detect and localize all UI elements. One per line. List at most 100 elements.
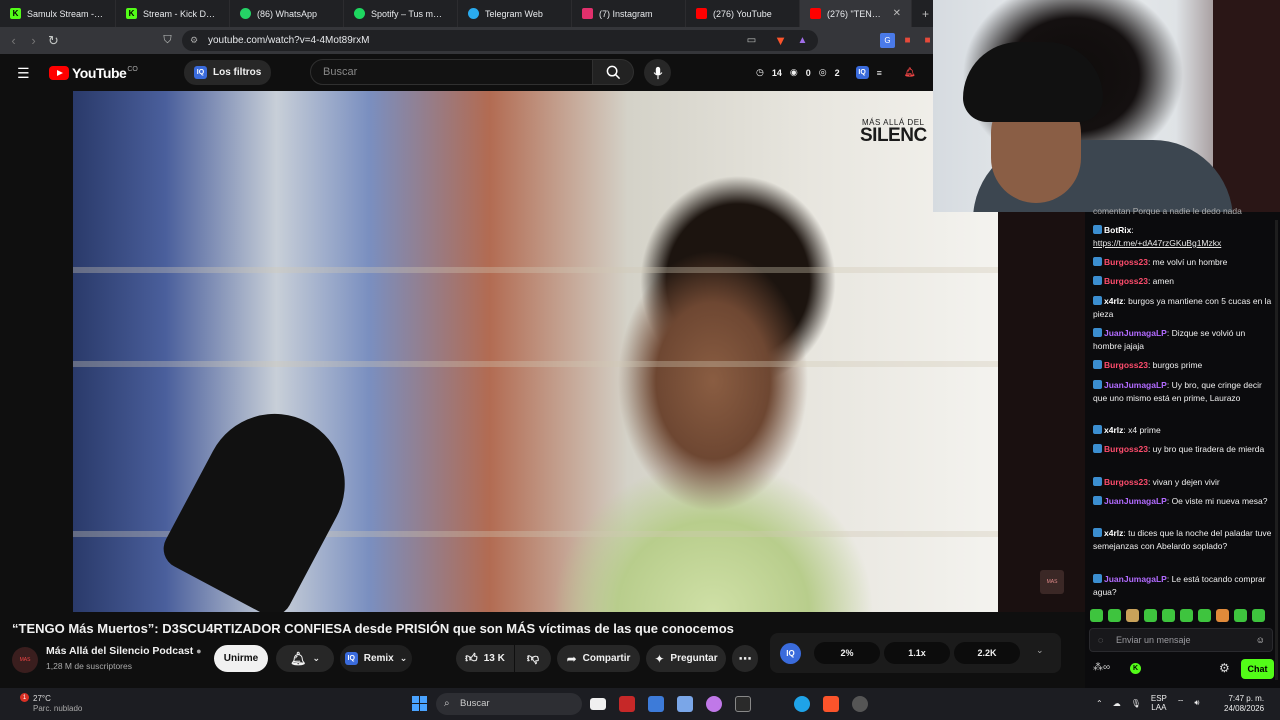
obs-icon[interactable] xyxy=(852,696,868,712)
share-button[interactable]: ➦ Compartir xyxy=(557,645,640,672)
emote-icon[interactable] xyxy=(1234,609,1247,622)
taskbar-clock[interactable]: 7:47 p. m. 24/08/2026 xyxy=(1224,694,1264,714)
new-tab-button[interactable]: + xyxy=(912,0,932,27)
chat-message: JuanJumagaLP: Oe viste mi nueva mesa? xyxy=(1093,495,1273,521)
browser-tab[interactable]: (276) YouTube xyxy=(686,0,800,27)
brave-icon[interactable] xyxy=(823,696,839,712)
chat-username[interactable]: x4rlz xyxy=(1104,528,1123,538)
chat-username[interactable]: Burgoss23 xyxy=(1104,360,1148,370)
chat-message-input[interactable]: ◌ Enviar un mensaje ☺ xyxy=(1089,628,1273,652)
volume-icon[interactable]: 🔊︎ xyxy=(1194,698,1199,708)
emote-icon[interactable] xyxy=(1126,609,1139,622)
emoji-icon[interactable]: ☺ xyxy=(1256,629,1265,651)
emote-icon[interactable] xyxy=(1162,609,1175,622)
chat-username[interactable]: x4rlz xyxy=(1104,425,1123,435)
share-label: Compartir xyxy=(582,653,631,664)
settings-gear-icon[interactable]: ⚙ xyxy=(1219,661,1230,675)
filters-button[interactable]: IQ Los filtros xyxy=(184,60,272,85)
cast-icon[interactable]: ▭ xyxy=(744,33,759,48)
cloud-icon[interactable]: ☁ xyxy=(1113,699,1121,708)
chat-username[interactable]: JuanJumagaLP xyxy=(1104,496,1167,506)
channel-avatar[interactable]: MAS xyxy=(12,647,38,673)
terminal-icon[interactable] xyxy=(735,696,751,712)
bell-icon[interactable]: 🔔︎ xyxy=(904,67,915,78)
tab-label: Telegram Web xyxy=(485,8,543,19)
weather-widget[interactable]: 1 27°C Parc. nublado xyxy=(14,693,82,714)
browser-tab[interactable]: (86) WhatsApp xyxy=(230,0,344,27)
chat-username[interactable]: Burgoss23 xyxy=(1104,477,1148,487)
reload-icon[interactable]: ↻ xyxy=(46,33,61,48)
chat-username[interactable]: BotRix xyxy=(1104,225,1131,235)
site-info-icon[interactable]: ⚙ xyxy=(190,30,198,51)
chat-username[interactable]: JuanJumagaLP xyxy=(1104,328,1167,338)
iq-icon[interactable]: IQ xyxy=(855,66,869,79)
emote-icon[interactable] xyxy=(1108,609,1121,622)
back-icon[interactable]: ‹ xyxy=(6,33,21,48)
chat-username[interactable]: Burgoss23 xyxy=(1104,276,1148,286)
chevron-down-icon[interactable]: ⌄ xyxy=(1036,645,1044,656)
browser-tab[interactable]: Telegram Web xyxy=(458,0,572,27)
list-icon[interactable]: ≡ xyxy=(877,68,882,78)
emote-icon[interactable] xyxy=(1144,609,1157,622)
chevron-up-icon[interactable]: ⌃ xyxy=(1096,699,1103,708)
more-actions-button[interactable]: ⋯ xyxy=(732,645,758,672)
taskbar-search[interactable]: ⌕ Buscar xyxy=(436,693,582,715)
chat-scrollbar[interactable] xyxy=(1275,220,1278,680)
bookmark-icon[interactable]: ⛉ xyxy=(160,33,175,48)
input-language[interactable]: ESP LAA xyxy=(1151,694,1167,712)
youtube-logo[interactable]: YouTube CO xyxy=(49,65,138,81)
chat-send-button[interactable]: Chat xyxy=(1241,659,1274,679)
channel-name[interactable]: Más Allá del Silencio Podcast ● xyxy=(46,645,202,657)
emote-icon[interactable] xyxy=(1216,609,1229,622)
emote-icon[interactable] xyxy=(1198,609,1211,622)
emote-icon[interactable] xyxy=(1090,609,1103,622)
subscribe-notifications-button[interactable]: 🔔︎ ⌄ xyxy=(276,645,334,672)
emote-icon[interactable] xyxy=(1252,609,1265,622)
app-icon[interactable] xyxy=(677,696,693,712)
like-button[interactable]: 👍︎ 13 K xyxy=(456,645,514,672)
chat-username[interactable]: Burgoss23 xyxy=(1104,257,1148,267)
iq-icon[interactable]: IQ xyxy=(780,643,801,664)
browser-tab[interactable]: K Stream - Kick Dashboa xyxy=(116,0,230,27)
browser-tab[interactable]: K Samulx Stream - Watc xyxy=(0,0,116,27)
close-tab-icon[interactable]: ✕ xyxy=(893,8,901,19)
menu-icon[interactable]: ☰ xyxy=(17,65,30,82)
brave-rewards-icon[interactable]: ▲ xyxy=(795,33,810,48)
address-bar[interactable]: ⚙ youtube.com/watch?v=4-4Mot89rxM xyxy=(182,30,818,51)
microphone-icon[interactable]: 🎙︎ xyxy=(1131,699,1141,708)
translate-extension-icon[interactable]: G xyxy=(880,33,895,48)
verified-icon: ● xyxy=(196,646,202,656)
app-icon[interactable] xyxy=(648,696,664,712)
video-player[interactable] xyxy=(73,91,998,612)
chevron-down-icon: ⌄ xyxy=(399,653,408,663)
chat-tools-icon[interactable]: ⁂∞ xyxy=(1093,662,1110,673)
wifi-icon[interactable]: ⌔ xyxy=(1177,698,1185,708)
ask-button[interactable]: ✦ Preguntar xyxy=(646,645,726,672)
chat-username[interactable]: JuanJumagaLP xyxy=(1104,380,1167,390)
remix-button[interactable]: IQ Remix ⌄ xyxy=(340,645,412,672)
app-icon[interactable] xyxy=(619,696,635,712)
emote-icon[interactable] xyxy=(1180,609,1193,622)
search-input[interactable]: Buscar xyxy=(310,59,593,85)
copilot-icon[interactable] xyxy=(706,696,722,712)
shelf xyxy=(73,361,998,367)
chat-username[interactable]: x4rlz xyxy=(1104,296,1123,306)
join-button[interactable]: Unirme xyxy=(214,645,268,672)
forward-icon[interactable]: › xyxy=(26,33,41,48)
chat-message: Burgoss23: amen xyxy=(1093,275,1273,288)
chat-username[interactable]: Burgoss23 xyxy=(1104,444,1148,454)
extension-icon[interactable]: ■ xyxy=(900,33,915,48)
windows-start-icon[interactable] xyxy=(412,696,427,711)
brave-shields-icon[interactable]: ▼ xyxy=(773,33,788,48)
edge-icon[interactable] xyxy=(794,696,810,712)
chat-username[interactable]: JuanJumagaLP xyxy=(1104,574,1167,584)
search-button[interactable] xyxy=(593,59,634,85)
browser-tab-active[interactable]: (276) "TENGO I ✕ xyxy=(800,0,912,27)
browser-tab[interactable]: (7) Instagram xyxy=(572,0,686,27)
kick-icon[interactable]: K xyxy=(1130,663,1141,674)
task-view-icon[interactable] xyxy=(590,698,606,710)
chat-link[interactable]: https://t.me/+dA47rzGKuBg1Mzkx xyxy=(1093,237,1273,250)
browser-tab[interactable]: Spotify – Tus me gusta xyxy=(344,0,458,27)
voice-search-button[interactable] xyxy=(644,59,671,86)
dislike-button[interactable]: 👎︎ xyxy=(515,645,551,672)
